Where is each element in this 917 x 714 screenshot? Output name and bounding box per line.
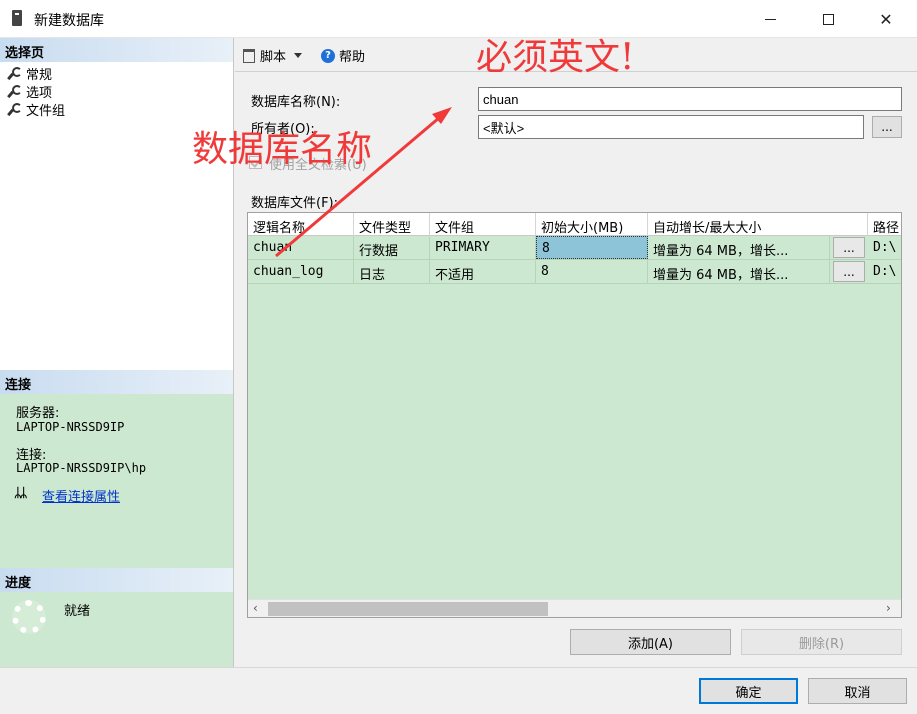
ok-button[interactable]: 确定 xyxy=(699,678,798,704)
cell-logical[interactable]: chuan xyxy=(248,236,354,259)
cell-filegroup[interactable]: PRIMARY xyxy=(430,236,536,259)
scroll-right-icon[interactable]: › xyxy=(886,601,891,615)
wrench-icon xyxy=(8,85,22,97)
cell-path[interactable]: D:\ xyxy=(868,236,901,259)
table-row[interactable]: chuan_log 日志 不适用 8 增量为 64 MB，增长... ... D… xyxy=(248,260,901,284)
connection-header: 连接 xyxy=(0,370,233,394)
nav-item-options[interactable]: 选项 xyxy=(8,82,53,101)
help-label: 帮助 xyxy=(339,50,366,65)
column-header-size[interactable]: 初始大小(MB) xyxy=(536,213,648,236)
column-header-path[interactable]: 路径 xyxy=(868,213,901,236)
help-icon: ? xyxy=(321,48,335,63)
close-icon: ✕ xyxy=(879,9,893,29)
cell-growth[interactable]: 增量为 64 MB，增长... xyxy=(648,236,830,259)
cell-size[interactable]: 8 xyxy=(536,236,648,259)
cell-type[interactable]: 日志 xyxy=(354,260,430,283)
horizontal-scrollbar[interactable]: ‹ › xyxy=(248,599,901,617)
cell-growth[interactable]: 增量为 64 MB，增长... xyxy=(648,260,830,283)
nav-item-filegroups[interactable]: 文件组 xyxy=(8,100,66,119)
connection-props-icon: ᛦᛦ xyxy=(14,486,28,501)
nav-item-label: 常规 xyxy=(26,67,53,83)
owner-input[interactable] xyxy=(478,115,864,139)
title-bar: 新建数据库 ✕ xyxy=(0,0,917,38)
scroll-left-icon[interactable]: ‹ xyxy=(253,601,258,615)
window-title: 新建数据库 xyxy=(34,13,104,29)
wrench-icon xyxy=(8,67,22,79)
server-label: 服务器: xyxy=(16,406,60,421)
minimize-icon xyxy=(764,18,776,20)
minimize-button[interactable] xyxy=(741,0,799,38)
nav-item-general[interactable]: 常规 xyxy=(8,64,53,83)
column-header-growth[interactable]: 自动增长/最大大小 xyxy=(648,213,868,236)
growth-browse-button[interactable]: ... xyxy=(833,237,865,258)
progress-header: 进度 xyxy=(0,568,233,592)
help-button[interactable]: ? 帮助 xyxy=(321,46,365,65)
owner-browse-button[interactable]: ... xyxy=(872,116,902,138)
progress-spinner-icon xyxy=(12,600,46,634)
db-name-input[interactable] xyxy=(478,87,902,111)
connection-section: 服务器: LAPTOP-NRSSD9IP 连接: LAPTOP-NRSSD9IP… xyxy=(0,394,233,570)
remove-button[interactable]: 删除(R) xyxy=(741,629,902,655)
nav-item-label: 选项 xyxy=(26,85,53,101)
maximize-button[interactable] xyxy=(799,0,857,38)
cancel-button[interactable]: 取消 xyxy=(808,678,907,704)
annotation-db-name: 数据库名称 xyxy=(192,129,373,170)
column-header-filegroup[interactable]: 文件组 xyxy=(430,213,536,236)
progress-section: 就绪 xyxy=(0,592,233,667)
script-label: 脚本 xyxy=(260,50,287,65)
db-name-label: 数据库名称(N): xyxy=(251,95,341,110)
select-page-header: 选择页 xyxy=(0,38,233,62)
script-button[interactable]: 脚本 xyxy=(243,46,303,65)
close-button[interactable]: ✕ xyxy=(857,0,915,38)
cell-path[interactable]: D:\ xyxy=(868,260,901,283)
annotation-english-required: 必须英文! xyxy=(476,37,635,78)
column-header-type[interactable]: 文件类型 xyxy=(354,213,430,236)
app-icon xyxy=(12,10,22,26)
db-files-label: 数据库文件(F): xyxy=(251,196,339,211)
nav-item-label: 文件组 xyxy=(26,103,66,119)
column-header-logical[interactable]: 逻辑名称 xyxy=(248,213,354,236)
maximize-icon xyxy=(822,13,834,25)
dialog-footer: 确定 取消 xyxy=(0,667,917,714)
wrench-icon xyxy=(8,103,22,115)
cell-size[interactable]: 8 xyxy=(536,260,648,283)
growth-browse-button[interactable]: ... xyxy=(833,261,865,282)
table-row[interactable]: chuan 行数据 PRIMARY 8 增量为 64 MB，增长... ... … xyxy=(248,236,901,260)
progress-status: 就绪 xyxy=(64,604,91,619)
server-value: LAPTOP-NRSSD9IP xyxy=(16,420,125,434)
scrollbar-thumb[interactable] xyxy=(268,602,548,616)
chevron-down-icon[interactable] xyxy=(294,53,303,58)
cell-logical[interactable]: chuan_log xyxy=(248,260,354,283)
db-files-grid: 逻辑名称 文件类型 文件组 初始大小(MB) 自动增长/最大大小 路径 chua… xyxy=(247,212,902,618)
cell-filegroup[interactable]: 不适用 xyxy=(430,260,536,283)
add-button[interactable]: 添加(A) xyxy=(570,629,731,655)
script-icon xyxy=(243,48,255,63)
cell-type[interactable]: 行数据 xyxy=(354,236,430,259)
grid-header: 逻辑名称 文件类型 文件组 初始大小(MB) 自动增长/最大大小 路径 xyxy=(248,213,901,236)
connection-value: LAPTOP-NRSSD9IP\hp xyxy=(16,461,147,475)
view-connection-properties-link[interactable]: 查看连接属性 xyxy=(42,486,120,505)
